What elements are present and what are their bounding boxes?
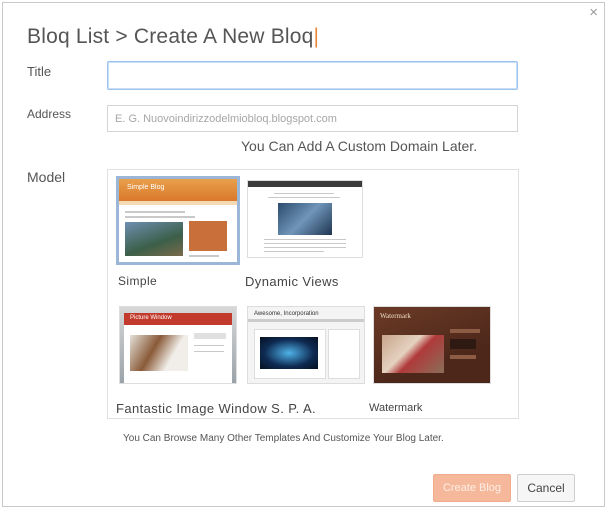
create-blog-dialog: × Bloq List > Create A New Bloq| Title A… bbox=[2, 2, 605, 507]
template-awesome-inc[interactable]: Awesome, Incorporation bbox=[245, 306, 367, 386]
address-input[interactable] bbox=[107, 105, 518, 132]
title-label: Title bbox=[27, 64, 52, 79]
template-watermark[interactable]: Watermark Watermark bbox=[369, 306, 497, 416]
template-awesome-inc-thumbnail: Awesome, Incorporation bbox=[247, 306, 365, 384]
template-simple-label: Simple bbox=[118, 274, 158, 288]
template-dynamic-views-label: Dynamic Views bbox=[245, 274, 339, 289]
text-cursor-icon: | bbox=[313, 25, 320, 48]
model-label: Model bbox=[27, 169, 66, 185]
template-watermark-thumbnail: Watermark bbox=[373, 306, 491, 384]
template-picture-window-thumb-title: Picture Window bbox=[130, 315, 172, 321]
address-label: Address bbox=[27, 107, 72, 121]
template-simple[interactable]: Simple Blog Simple bbox=[116, 176, 240, 294]
template-watermark-thumb-title: Watermark bbox=[380, 312, 411, 320]
template-dynamic-views[interactable]: Dynamic Views bbox=[245, 180, 389, 292]
create-blog-button[interactable]: Create Blog bbox=[433, 474, 511, 502]
template-watermark-label: Watermark bbox=[369, 402, 423, 414]
template-picture-window-label: Fantastic Image Window S. P. A. bbox=[116, 401, 317, 416]
template-picture-window-thumbnail: Picture Window bbox=[119, 306, 237, 384]
title-input[interactable] bbox=[107, 61, 518, 90]
close-icon[interactable]: × bbox=[589, 5, 598, 21]
template-awesome-inc-thumb-title: Awesome, Incorporation bbox=[254, 311, 319, 317]
template-simple-thumb-title: Simple Blog bbox=[127, 184, 165, 191]
template-picker: Simple Blog Simple Dynamic Views Picture… bbox=[107, 169, 519, 419]
dialog-title: Bloq List > Create A New Bloq| bbox=[27, 25, 319, 49]
cancel-button[interactable]: Cancel bbox=[517, 474, 575, 502]
address-hint: You Can Add A Custom Domain Later. bbox=[241, 138, 478, 154]
template-dynamic-views-thumbnail bbox=[247, 180, 363, 258]
dialog-title-text: Bloq List > Create A New Bloq bbox=[27, 25, 314, 48]
template-simple-thumbnail: Simple Blog bbox=[116, 176, 240, 265]
templates-footer-hint: You Can Browse Many Other Templates And … bbox=[123, 433, 444, 444]
